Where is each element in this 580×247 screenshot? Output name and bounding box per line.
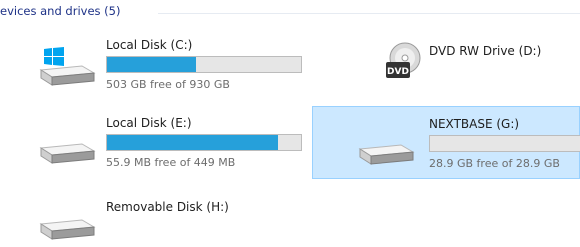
dvd-drive-icon: DVD xyxy=(386,42,421,78)
drive-tile-e[interactable]: Local Disk (E:) 55.9 MB free of 449 MB xyxy=(34,112,309,174)
capacity-bar xyxy=(429,135,580,152)
drive-name: DVD RW Drive (D:) xyxy=(429,44,542,58)
drive-free-space: 503 GB free of 930 GB xyxy=(106,78,230,91)
svg-text:DVD: DVD xyxy=(387,67,409,77)
drive-name: Local Disk (C:) xyxy=(106,38,193,52)
capacity-bar xyxy=(106,134,302,151)
drive-tile-c[interactable]: Local Disk (C:) 503 GB free of 930 GB xyxy=(34,34,309,96)
windows-disk-icon xyxy=(39,47,96,86)
hard-disk-icon xyxy=(39,143,96,164)
removable-disk-icon xyxy=(39,219,96,240)
removable-disk-icon xyxy=(358,144,415,165)
capacity-bar-fill xyxy=(107,57,197,72)
drive-tile-h[interactable]: Removable Disk (H:) xyxy=(34,196,309,246)
drive-tile-g[interactable]: NEXTBASE (G:) 28.9 GB free of 28.9 GB xyxy=(312,106,580,179)
drive-tile-d[interactable]: DVD DVD RW Drive (D:) xyxy=(379,34,579,96)
drive-free-space: 55.9 MB free of 449 MB xyxy=(106,156,236,169)
drive-name: NEXTBASE (G:) xyxy=(429,117,520,131)
capacity-bar xyxy=(106,56,302,73)
capacity-bar-fill xyxy=(107,135,278,150)
drive-name: Removable Disk (H:) xyxy=(106,200,229,214)
group-divider xyxy=(158,13,580,14)
group-title: evices and drives (5) xyxy=(0,4,121,18)
drive-name: Local Disk (E:) xyxy=(106,116,192,130)
drive-free-space: 28.9 GB free of 28.9 GB xyxy=(429,157,560,170)
